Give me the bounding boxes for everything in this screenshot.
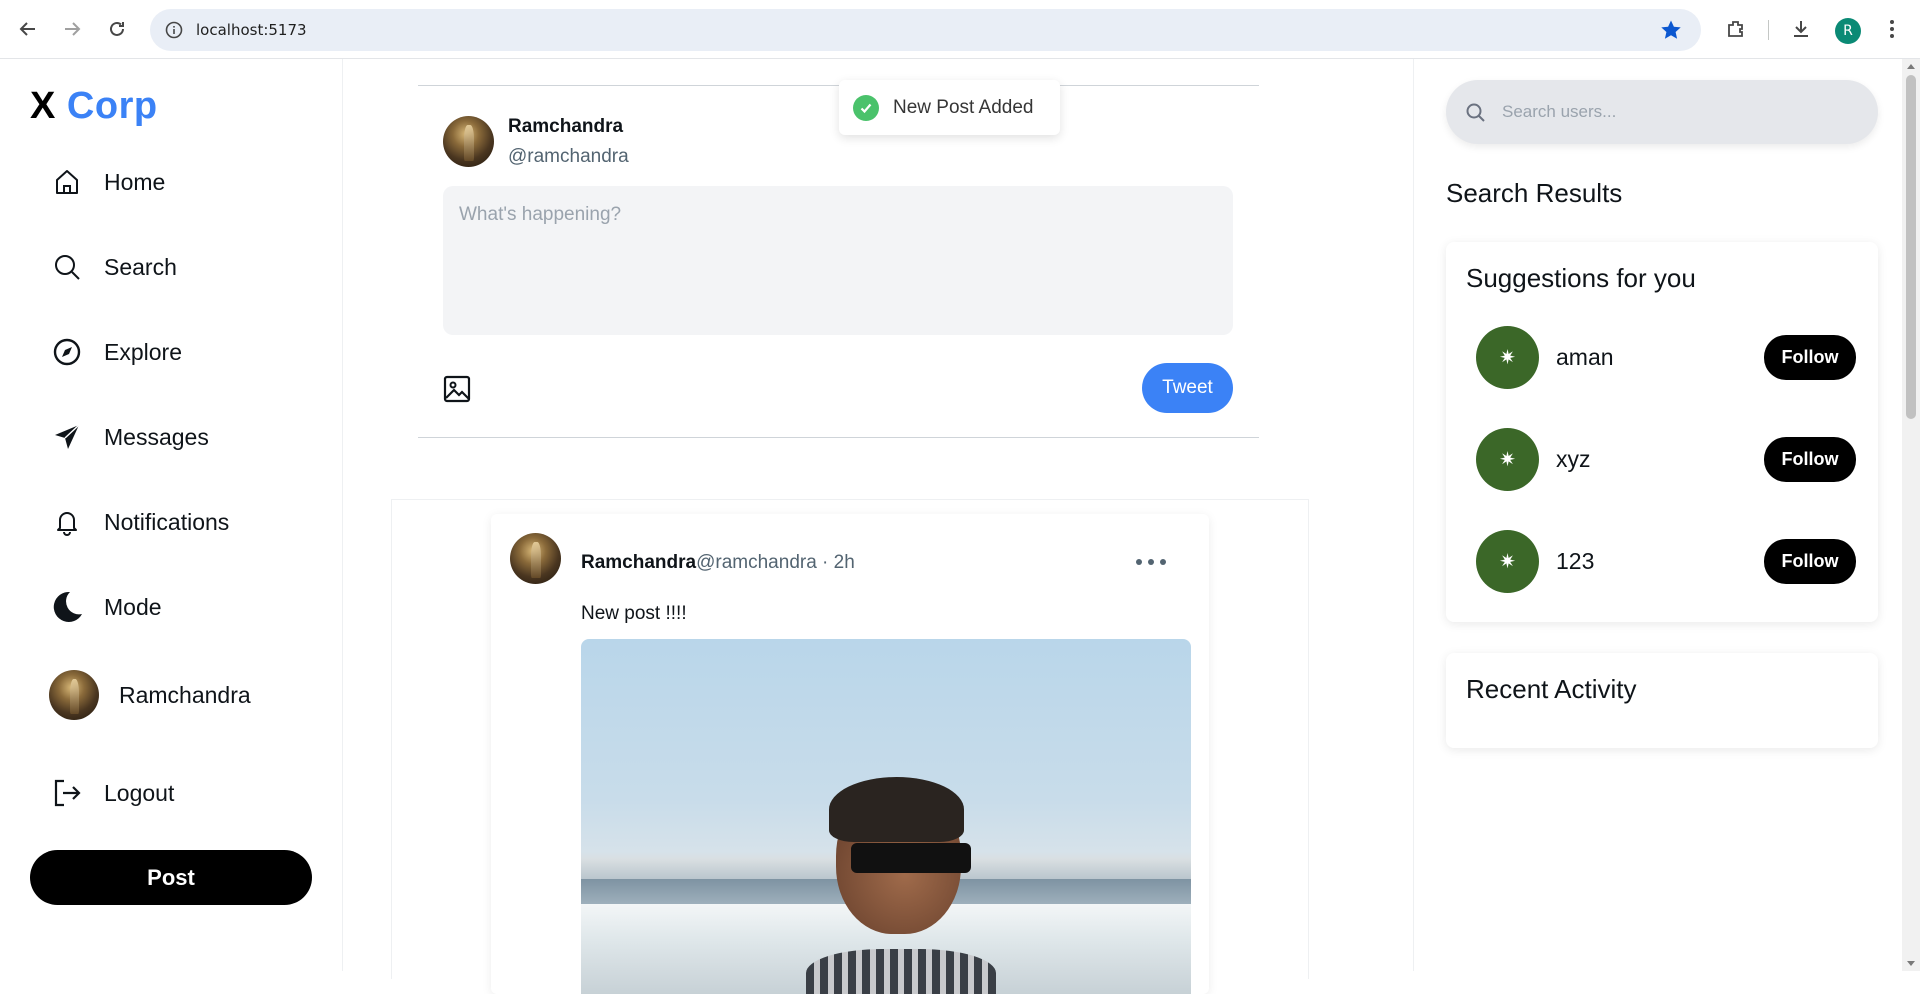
post-text: New post !!!! xyxy=(581,603,687,624)
post-list: Ramchandra@ramchandra · 2h New post !!!! xyxy=(391,499,1309,994)
right-sidebar: Search Results Suggestions for you ✷ ama… xyxy=(1413,59,1906,971)
url-text: localhost:5173 xyxy=(196,21,307,39)
scrollbar-thumb[interactable] xyxy=(1906,75,1916,419)
post-author-handle: @ramchandra xyxy=(696,552,817,573)
check-circle-icon xyxy=(853,94,879,121)
image-person-sunglasses xyxy=(851,843,971,873)
recent-activity-card: Recent Activity xyxy=(1446,653,1878,748)
suggestions-card: Suggestions for you ✷ aman Follow ✷ xyz … xyxy=(1446,242,1878,622)
recent-activity-title: Recent Activity xyxy=(1466,674,1637,704)
post-card[interactable]: Ramchandra@ramchandra · 2h New post !!!! xyxy=(491,514,1209,994)
logout-icon xyxy=(50,776,84,810)
back-button[interactable] xyxy=(13,14,43,44)
avatar xyxy=(49,670,99,720)
suggestion-item: ✷ xyz Follow xyxy=(1476,428,1856,491)
downloads-button[interactable] xyxy=(1788,16,1814,42)
left-sidebar: X Corp Home Search Explore Messages Noti… xyxy=(0,59,343,971)
download-icon xyxy=(1794,21,1808,37)
forward-button[interactable] xyxy=(57,14,87,44)
nav-notifications[interactable]: Notifications xyxy=(50,502,229,542)
suggestions-title: Suggestions for you xyxy=(1466,263,1696,293)
default-avatar-icon[interactable]: ✷ xyxy=(1476,326,1539,389)
extensions-button[interactable] xyxy=(1723,16,1749,42)
nav-logout[interactable]: Logout xyxy=(50,773,174,813)
post-meta: Ramchandra@ramchandra · 2h xyxy=(581,552,855,574)
scroll-up-arrow-icon[interactable] xyxy=(1907,64,1915,69)
dot xyxy=(1148,559,1154,565)
nav-home[interactable]: Home xyxy=(50,162,165,202)
follow-button[interactable]: Follow xyxy=(1764,539,1856,584)
post-time: · 2h xyxy=(816,552,855,573)
browser-toolbar: localhost:5173 R xyxy=(0,0,1920,59)
nav-label: Mode xyxy=(104,593,162,620)
tweet-button[interactable]: Tweet xyxy=(1142,363,1233,413)
image-icon xyxy=(443,375,471,403)
default-avatar-icon[interactable]: ✷ xyxy=(1476,530,1539,593)
suggestion-item: ✷ 123 Follow xyxy=(1476,530,1856,593)
nav-label: Messages xyxy=(104,423,209,450)
scroll-down-arrow-icon[interactable] xyxy=(1907,961,1915,966)
page-scrollbar[interactable] xyxy=(1902,59,1920,971)
puzzle-icon xyxy=(1728,21,1743,37)
kebab-menu-icon xyxy=(1890,20,1894,38)
post-author-name[interactable]: Ramchandra xyxy=(581,552,696,573)
home-icon xyxy=(50,165,84,199)
nav-label: Home xyxy=(104,168,166,195)
post-image[interactable] xyxy=(581,639,1191,994)
add-image-button[interactable] xyxy=(442,374,472,404)
post-author-avatar[interactable] xyxy=(510,533,561,584)
nav-label: Ramchandra xyxy=(119,681,251,708)
image-person-shirt xyxy=(806,949,996,994)
search-users-input[interactable] xyxy=(1502,98,1852,126)
toolbar-divider xyxy=(1768,20,1769,40)
nav-label: Explore xyxy=(104,338,182,365)
divider xyxy=(418,437,1259,438)
nav-messages[interactable]: Messages xyxy=(50,417,209,457)
nav-label: Search xyxy=(104,253,177,280)
default-avatar-icon[interactable]: ✷ xyxy=(1476,428,1539,491)
main-feed: Ramchandra @ramchandra Tweet Ramchandra@… xyxy=(343,59,1413,994)
user-search-box[interactable] xyxy=(1446,80,1878,144)
dot xyxy=(1136,559,1142,565)
composer-user-handle: @ramchandra xyxy=(508,146,629,167)
suggestion-item: ✷ aman Follow xyxy=(1476,326,1856,389)
reload-icon xyxy=(110,21,124,36)
follow-button[interactable]: Follow xyxy=(1764,437,1856,482)
dot xyxy=(1160,559,1166,565)
nav-label: Logout xyxy=(104,779,175,806)
suggestion-name[interactable]: aman xyxy=(1556,344,1614,371)
suggestion-name[interactable]: xyz xyxy=(1556,446,1591,473)
app-logo[interactable]: X Corp xyxy=(30,85,158,128)
reload-button[interactable] xyxy=(102,14,132,44)
more-options-button[interactable] xyxy=(1136,550,1166,574)
toast-notification: New Post Added xyxy=(839,80,1060,135)
send-icon xyxy=(50,420,84,454)
search-icon xyxy=(1466,103,1485,122)
nav-explore[interactable]: Explore xyxy=(50,332,182,372)
menu-button[interactable] xyxy=(1879,16,1905,42)
search-icon xyxy=(50,250,84,284)
image-person-hair xyxy=(829,777,964,842)
address-bar[interactable]: localhost:5173 xyxy=(150,9,1701,51)
follow-button[interactable]: Follow xyxy=(1764,335,1856,380)
post-button[interactable]: Post xyxy=(30,850,312,905)
compose-textarea[interactable] xyxy=(443,186,1233,335)
toast-message: New Post Added xyxy=(893,96,1034,118)
forward-arrow-icon xyxy=(65,22,81,36)
site-info-icon xyxy=(165,21,183,39)
moon-icon xyxy=(50,590,84,624)
back-arrow-icon xyxy=(19,22,35,36)
nav-profile[interactable]: Ramchandra xyxy=(49,670,251,720)
composer-avatar xyxy=(443,116,494,167)
profile-avatar[interactable]: R xyxy=(1835,18,1861,44)
nav-mode[interactable]: Mode xyxy=(50,587,162,627)
nav-search[interactable]: Search xyxy=(50,247,177,287)
suggestion-name[interactable]: 123 xyxy=(1556,548,1594,575)
search-results-title: Search Results xyxy=(1446,178,1623,208)
compass-icon xyxy=(50,335,84,369)
composer-user-name: Ramchandra xyxy=(508,116,624,137)
bell-icon xyxy=(50,505,84,539)
nav-label: Notifications xyxy=(104,508,230,535)
bookmark-star-icon[interactable] xyxy=(1659,18,1683,42)
